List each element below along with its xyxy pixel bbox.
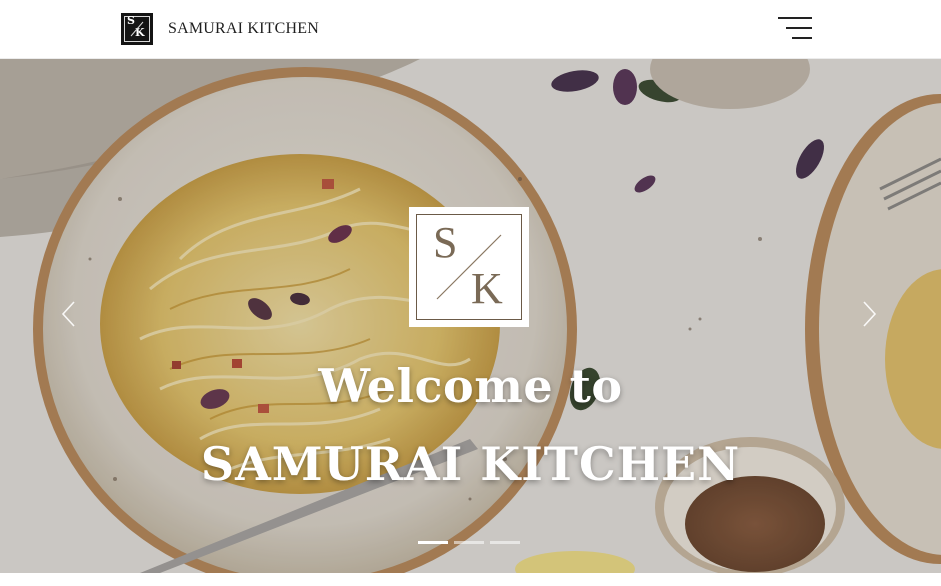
carousel-prev-button[interactable] (58, 299, 82, 329)
brand-name: SAMURAI KITCHEN (168, 20, 319, 37)
brand-logo: S K (121, 13, 153, 45)
carousel-next-button[interactable] (856, 299, 880, 329)
carousel-indicator-1[interactable] (418, 541, 448, 544)
chevron-left-icon (61, 301, 75, 327)
carousel-indicator-2[interactable] (454, 541, 484, 544)
hero-logo-letter-k: K (471, 264, 503, 313)
brand-logo-slash (130, 21, 144, 37)
hero-logo: S K (409, 207, 529, 327)
hero-title-line1: Welcome to (318, 359, 623, 413)
hero-logo-slash (436, 234, 502, 300)
site-header: S K SAMURAI KITCHEN (0, 0, 941, 59)
brand-link[interactable]: S K SAMURAI KITCHEN (121, 13, 319, 45)
hero-carousel: S K Welcome to SAMURAI KITCHEN (0, 59, 941, 573)
hero-title-line2: SAMURAI KITCHEN (200, 437, 741, 491)
carousel-indicator-3[interactable] (490, 541, 520, 544)
hero-logo-letter-s: S (433, 218, 458, 267)
hamburger-menu-icon[interactable] (778, 15, 812, 43)
carousel-indicators (418, 541, 520, 544)
chevron-right-icon (863, 301, 877, 327)
